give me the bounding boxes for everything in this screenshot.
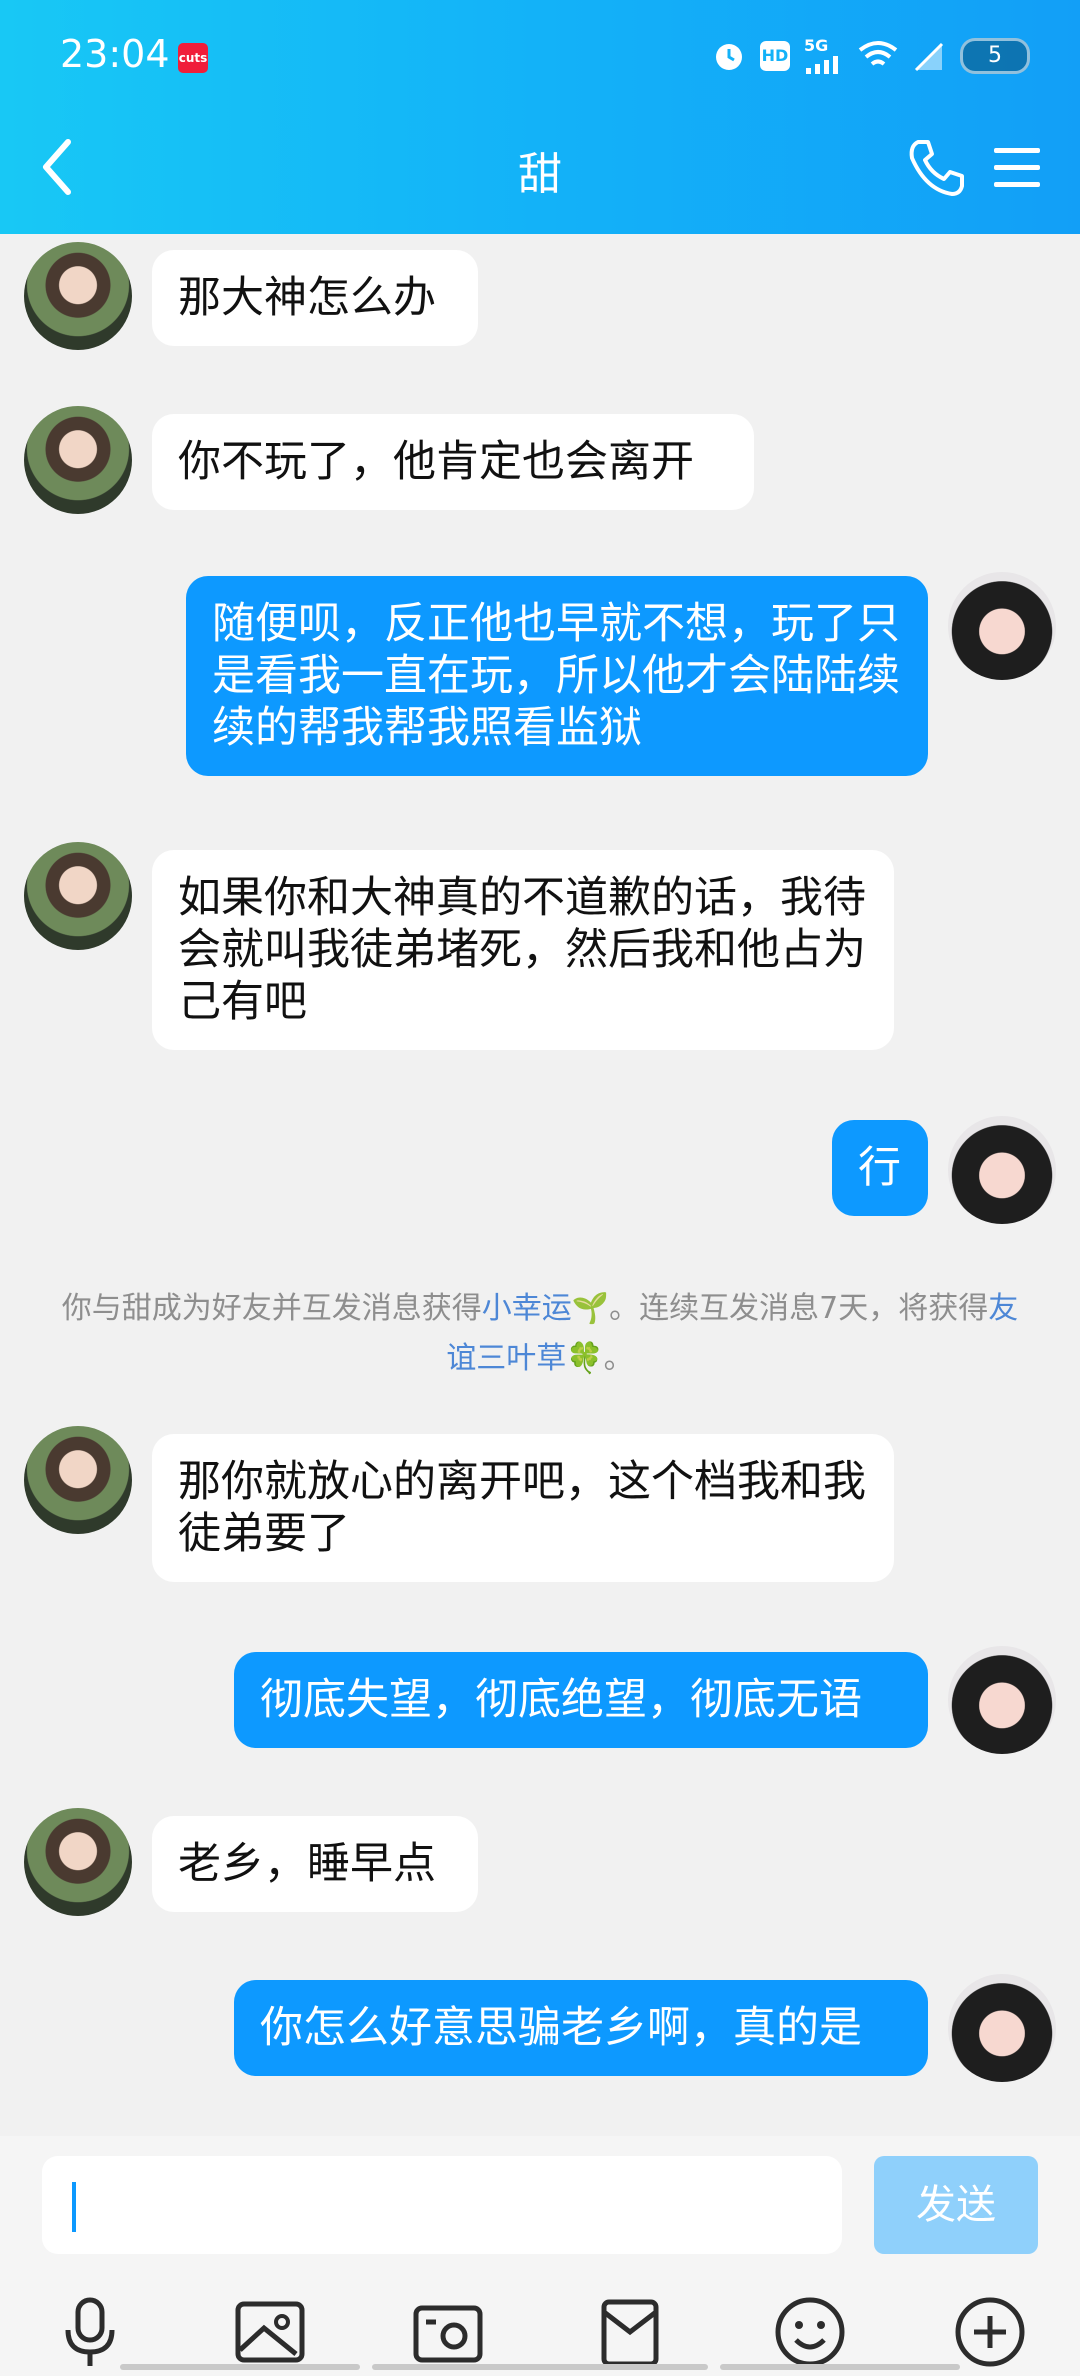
chat-header: 23:04 cuts HD 5G 5 甜 [0,0,1080,234]
contact-avatar[interactable] [24,1808,132,1916]
notice-text: 你与甜成为好友并互发消息获得 [61,1291,482,1326]
status-time: 23:04 [60,32,170,76]
message-bubble-incoming[interactable]: 那大神怎么办 [152,250,478,346]
message-bubble-incoming[interactable]: 那你就放心的离开吧，这个档我和我徒弟要了 [152,1434,894,1582]
clover-icon: 🍀 [566,1341,604,1376]
contact-avatar[interactable] [24,842,132,950]
app-badge-icon: cuts [178,43,208,73]
wifi-icon [858,41,898,66]
hamburger-menu-icon[interactable] [990,140,1044,194]
system-notice: 你与甜成为好友并互发消息获得小幸运🌱。连续互发消息7天，将获得友谊三叶草🍀。 [60,1284,1020,1384]
text-caret [72,2182,76,2232]
battery-indicator: 5 [960,38,1030,74]
home-indicator [372,2364,708,2370]
plus-icon[interactable] [950,2292,1030,2372]
user-avatar[interactable] [948,572,1056,680]
contact-avatar[interactable] [24,406,132,514]
input-area: 发送 [0,2136,1080,2376]
user-avatar[interactable] [948,1974,1056,2082]
no-sim-icon [914,42,944,72]
little-luck-link[interactable]: 小幸运 [482,1291,572,1326]
message-bubble-outgoing[interactable]: 行 [832,1120,928,1216]
message-bubble-outgoing[interactable]: 你怎么好意思骗老乡啊，真的是 [234,1980,928,2076]
sprout-icon: 🌱 [571,1291,610,1326]
network-type: 5G [804,36,829,55]
microphone-icon[interactable] [50,2292,130,2372]
home-indicator [720,2364,960,2370]
image-icon[interactable] [230,2292,310,2372]
home-indicator [120,2364,360,2370]
message-bubble-outgoing[interactable]: 彻底失望，彻底绝望，彻底无语 [234,1652,928,1748]
user-avatar[interactable] [948,1646,1056,1754]
contact-avatar[interactable] [24,242,132,350]
notice-text: 。连续互发消息7天，将获得 [609,1291,989,1326]
message-bubble-incoming[interactable]: 如果你和大神真的不道歉的话，我待会就叫我徒弟堵死，然后我和他占为己有吧 [152,850,894,1050]
message-bubble-incoming[interactable]: 老乡，睡早点 [152,1816,478,1912]
phone-icon[interactable] [904,136,968,200]
contact-avatar[interactable] [24,1426,132,1534]
send-button[interactable]: 发送 [874,2156,1038,2254]
hd-icon: HD [760,41,790,71]
alarm-icon [716,44,742,70]
camera-icon[interactable] [408,2292,488,2372]
status-icons: HD 5G 5 [712,34,1030,78]
notice-text: 。 [603,1341,634,1376]
red-packet-icon[interactable] [590,2292,670,2372]
message-bubble-outgoing[interactable]: 随便呗，反正他也早就不想，玩了只是看我一直在玩，所以他才会陆陆续续的帮我帮我照看… [186,576,928,776]
emoji-icon[interactable] [770,2292,850,2372]
message-input[interactable] [42,2156,842,2254]
user-avatar[interactable] [948,1116,1056,1224]
message-bubble-incoming[interactable]: 你不玩了，他肯定也会离开 [152,414,754,510]
signal-icon: 5G [804,38,844,74]
